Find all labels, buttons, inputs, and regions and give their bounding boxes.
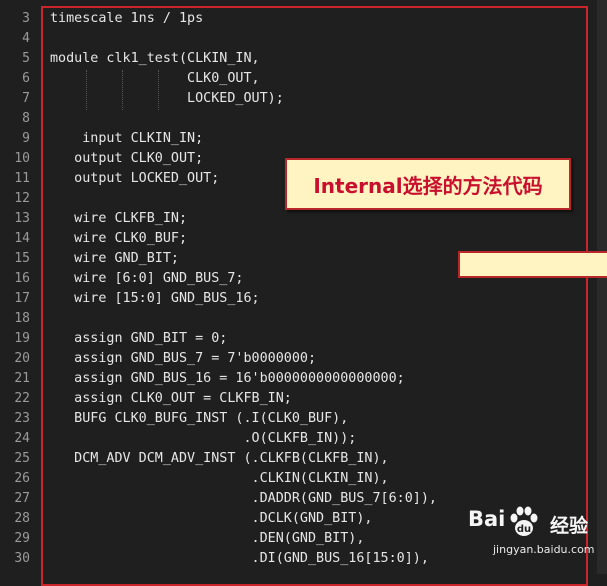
line-number: 3 [22,11,30,26]
line-number: 6 [22,71,30,86]
line-number: 18 [14,311,30,326]
line-number: 9 [22,131,30,146]
line-number: 19 [14,331,30,346]
line-number: 21 [14,371,30,386]
line-number: 12 [14,191,30,206]
line-number: 22 [14,391,30,406]
line-number: 10 [14,151,30,166]
annotation-text: Internal选择的方法代码 [313,173,543,198]
line-number: 13 [14,211,30,226]
watermark-brand: 经验 [550,515,589,537]
line-number: 5 [22,51,30,66]
line-number: 15 [14,251,30,266]
svg-text:du: du [517,524,531,535]
line-number: 29 [14,531,30,546]
line-number: 4 [22,31,30,46]
annotation-box [458,251,607,278]
line-number: 28 [14,511,30,526]
watermark-logo-text: Bai [468,507,506,531]
watermark-url: jingyan.baidu.com [493,543,595,556]
line-number: 23 [14,411,30,426]
line-number: 30 [14,551,30,566]
line-number: 8 [22,111,30,126]
vertical-scrollbar[interactable] [597,0,607,574]
line-number: 20 [14,351,30,366]
line-number: 26 [14,471,30,486]
line-number: 7 [22,91,30,106]
line-number: 25 [14,451,30,466]
baidu-jingyan-watermark: Bai du 经验 jingyan.baidu.com [468,505,603,567]
line-number: 27 [14,491,30,506]
line-number: 11 [14,171,30,186]
code-editor[interactable]: 3 4 5 6 7 8 9 10 11 12 13 14 15 16 17 18 19 20 21 22 23 24 25 2… [0,0,607,586]
line-number-gutter: 3 4 5 6 7 8 9 10 11 12 13 14 15 16 17 18 19 20 21 22 23 24 25 2… [0,0,38,574]
line-number: 24 [14,431,30,446]
line-number: 16 [14,271,30,286]
paw-icon: du [510,506,538,536]
highlight-frame [41,6,588,586]
line-number: 14 [14,231,30,246]
line-number: 17 [14,291,30,306]
annotation-callout: Internal选择的方法代码 [285,158,571,210]
